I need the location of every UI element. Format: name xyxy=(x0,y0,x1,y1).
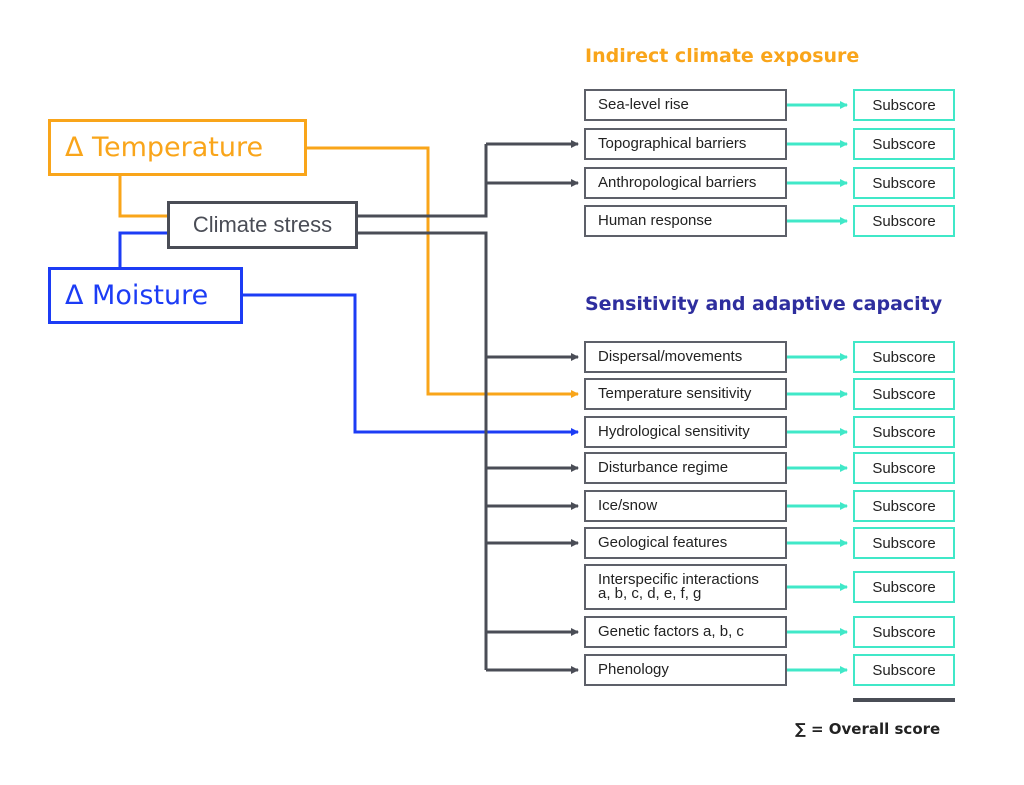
subscore-box: Subscore xyxy=(853,654,955,686)
subscore-box: Subscore xyxy=(853,128,955,160)
factor-label: Ice/snow xyxy=(598,497,658,514)
temperature-driver-box: Δ Temperature xyxy=(48,119,307,176)
factor-label: Genetic factors a, b, c xyxy=(598,623,744,640)
factor-box: Sea-level rise xyxy=(584,89,787,121)
indirect-exposure-heading: Indirect climate exposure xyxy=(585,45,860,67)
factor-label: Phenology xyxy=(598,661,669,678)
factor-label: Temperature sensitivity xyxy=(598,385,752,402)
overall-score-label: ∑ = Overall score xyxy=(795,720,941,738)
moisture-driver-box: Δ Moisture xyxy=(48,267,243,324)
factor-box: Phenology xyxy=(584,654,787,686)
factor-box: Human response xyxy=(584,205,787,237)
factor-box: Topographical barriers xyxy=(584,128,787,160)
factor-label: Sea-level rise xyxy=(598,96,689,113)
subscore-box: Subscore xyxy=(853,341,955,373)
factor-box: Hydrological sensitivity xyxy=(584,416,787,448)
factor-label: Hydrological sensitivity xyxy=(598,423,750,440)
factor-box: Disturbance regime xyxy=(584,452,787,484)
subscore-box: Subscore xyxy=(853,205,955,237)
subscore-box: Subscore xyxy=(853,416,955,448)
factor-label: Human response xyxy=(598,212,713,229)
factor-label: Anthropological barriers xyxy=(598,174,757,191)
factor-label: Dispersal/movements xyxy=(598,348,743,365)
moisture-to-stress-line xyxy=(118,231,167,267)
subscore-box: Subscore xyxy=(853,452,955,484)
subscore-box: Subscore xyxy=(853,490,955,522)
factor-box: Ice/snow xyxy=(584,490,787,522)
subscore-box: Subscore xyxy=(853,571,955,603)
factor-box: Dispersal/movements xyxy=(584,341,787,373)
factor-box: Anthropological barriers xyxy=(584,167,787,199)
factor-label: Topographical barriers xyxy=(598,135,747,152)
factor-box: Temperature sensitivity xyxy=(584,378,787,410)
climate-stress-box: Climate stress xyxy=(167,201,358,249)
subscore-box: Subscore xyxy=(853,616,955,648)
stress-to-sensitivity-trunk xyxy=(358,231,488,670)
temperature-to-stress-line xyxy=(118,176,167,218)
stress-to-indirect-trunk xyxy=(358,144,488,218)
subscore-box: Subscore xyxy=(853,167,955,199)
factor-box: Genetic factors a, b, c xyxy=(584,616,787,648)
hydrological-sensitivity-arrow xyxy=(243,293,579,436)
subscore-box: Subscore xyxy=(853,89,955,121)
factor-label-line2: a, b, c, d, e, f, g xyxy=(598,585,702,602)
factor-label: Geological features xyxy=(598,534,728,551)
sensitivity-heading: Sensitivity and adaptive capacity xyxy=(585,293,943,315)
subscore-box: Subscore xyxy=(853,527,955,559)
factor-box: Geological features xyxy=(584,527,787,559)
factor-label: Disturbance regime xyxy=(598,459,729,476)
subscore-box: Subscore xyxy=(853,378,955,410)
factor-box: Interspecific interactions a, b, c, d, e,… xyxy=(584,564,787,610)
